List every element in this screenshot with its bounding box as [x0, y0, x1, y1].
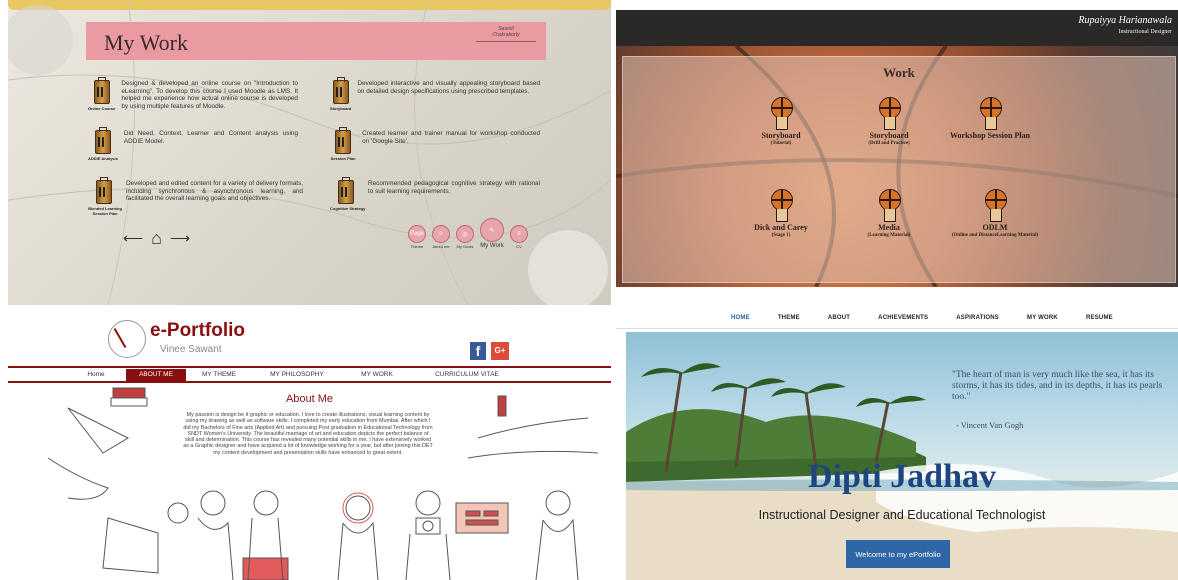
nav-circle-goals[interactable]: ◎ My Goals: [456, 225, 474, 249]
basketball-trophy-icon: [984, 189, 1007, 222]
bag-icon: [96, 177, 112, 204]
work-item-blended[interactable]: Blended Learning Session Plan Developed …: [88, 177, 303, 216]
item-subtitle: (Drill and Practice): [868, 141, 910, 146]
top-nav: HOME THEME ABOUT ACHIEVEMENTS ASPIRATION…: [731, 315, 1141, 321]
nav-rule: [616, 328, 1178, 329]
item-subtitle: (Online and DistanceLearning Material): [951, 233, 1039, 238]
basketball-trophy-icon: [979, 97, 1002, 130]
bag-icon: [332, 77, 349, 104]
nav-circle-theme[interactable]: Page Theme: [408, 225, 426, 249]
section-nav-circles: Page Theme ☺ About me ◎ My Goals ✎ My Work ≡…: [408, 218, 528, 249]
about-circle-icon: ☺: [432, 225, 450, 243]
work-item-cognitive[interactable]: Cognitive Strategy Recommended pedagogic…: [330, 177, 540, 211]
work-item-desc: Designed & developed an online course on…: [121, 80, 298, 110]
home-icon[interactable]: ⌂: [151, 228, 162, 249]
basketball-work-panel: Rupaiyya Harianawala Instructional Desig…: [616, 10, 1178, 287]
goals-circle-icon: ◎: [456, 225, 474, 243]
title-bar: My Work Saumil Chakraborty: [86, 22, 546, 60]
work-item-label: Session Plan: [330, 156, 356, 161]
page-title: My Work: [104, 30, 188, 55]
nav-circle-work[interactable]: ✎ My Work: [480, 218, 504, 249]
nav-my-work[interactable]: MY WORK: [1027, 315, 1058, 321]
nav-circle-label: My Work: [480, 243, 504, 249]
work-item-online-course[interactable]: Online Course Designed & developed an on…: [88, 77, 298, 111]
basketball-trophy-icon: [770, 97, 793, 130]
work-workshop-plan[interactable]: Workshop Session Plan: [930, 97, 1050, 140]
author-last: Chakraborty: [492, 32, 520, 38]
forward-arrow-icon[interactable]: ⟶: [170, 230, 190, 247]
back-arrow-icon[interactable]: ⟵: [123, 230, 143, 247]
work-item-label: Storyboard: [330, 106, 352, 111]
nav-theme[interactable]: THEME: [778, 315, 800, 321]
hero-name: Dipti Jadhav: [808, 458, 996, 495]
nav-circle-label: My Goals: [456, 244, 474, 249]
work-item-label: Cognitive Strategy: [330, 206, 366, 211]
work-item-addie[interactable]: ADDIE Analysis Did Need, Context, Learne…: [88, 127, 298, 161]
work-panel: Work Storyboard (Tutorial) Storyboard (D…: [622, 56, 1176, 283]
hero-tagline: Instructional Designer and Educational T…: [758, 508, 1046, 522]
page-nav: ⟵ ⌂ ⟶: [123, 228, 190, 249]
work-odlm[interactable]: ODLM (Online and DistanceLearning Materi…: [920, 189, 1070, 239]
bag-icon: [335, 127, 352, 154]
nav-circle-about[interactable]: ☺ About me: [432, 225, 450, 249]
nav-resume[interactable]: RESUME: [1086, 315, 1113, 321]
nav-circle-cv[interactable]: ≡ CV: [510, 225, 528, 249]
work-item-desc: Developed interactive and visually appea…: [357, 80, 540, 95]
bag-icon: [94, 127, 111, 154]
nav-achievements[interactable]: ACHIEVEMENTS: [878, 315, 928, 321]
author-name: Saumil Chakraborty: [476, 26, 536, 43]
nav-circle-label: CV: [516, 244, 522, 249]
work-item-storyboard[interactable]: Storyboard Developed interactive and vis…: [330, 77, 540, 111]
header: Rupaiyya Harianawala Instructional Desig…: [616, 10, 1178, 46]
work-item-desc: Developed and edited content for a varie…: [126, 180, 303, 202]
dipti-portfolio-panel: HOME THEME ABOUT ACHIEVEMENTS ASPIRATION…: [616, 308, 1178, 580]
bag-icon: [93, 77, 110, 104]
author-underline: [476, 41, 536, 42]
nav-circle-label: Theme: [410, 244, 424, 249]
item-title: ODLM: [982, 223, 1008, 232]
work-item-label: Blended Learning Session Plan: [88, 206, 122, 216]
my-work-portfolio-panel: My Work Saumil Chakraborty Online Course…: [8, 0, 611, 305]
owner-name: Rupaiyya Harianawala: [1078, 15, 1172, 26]
nav-home[interactable]: HOME: [731, 315, 750, 321]
basketball-trophy-icon: [878, 189, 901, 222]
item-title: Workshop Session Plan: [949, 131, 1031, 140]
welcome-button[interactable]: Welcome to my ePortfolio: [846, 540, 950, 568]
nav-about[interactable]: ABOUT: [828, 315, 850, 321]
panel-title: Work: [883, 65, 915, 80]
quote-author: - Vincent Van Gogh: [956, 420, 1024, 430]
cv-circle-icon: ≡: [510, 225, 528, 243]
beach-hero: "The heart of man is very much like the …: [626, 332, 1178, 580]
work-item-desc: Recommended pedagogical cognitive strate…: [368, 180, 540, 195]
work-item-label: ADDIE Analysis: [88, 156, 118, 161]
bag-icon: [338, 177, 354, 204]
nav-aspirations[interactable]: ASPIRATIONS: [956, 315, 999, 321]
work-circle-icon: ✎: [480, 218, 504, 242]
theme-circle-icon: Page: [408, 225, 426, 243]
work-item-session-plan[interactable]: Session Plan Created learner and trainer…: [330, 127, 540, 161]
work-item-desc: Created learner and trainer manual for w…: [362, 130, 540, 145]
basketball-trophy-icon: [878, 97, 901, 130]
nav-circle-label: About me: [432, 244, 450, 249]
work-item-desc: Did Need, Context, Learner and Content a…: [123, 130, 298, 145]
work-item-label: Online Course: [88, 106, 116, 111]
basketball-trophy-icon: [770, 189, 793, 222]
eportfolio-about-panel: e-Portfolio Vinee Sawant f G+ Home ABOUT…: [8, 308, 611, 580]
hero-quote: "The heart of man is very much like the …: [952, 370, 1163, 402]
owner-role: Instructional Designer: [1118, 29, 1172, 35]
line-art-illustrations: [47, 387, 599, 580]
